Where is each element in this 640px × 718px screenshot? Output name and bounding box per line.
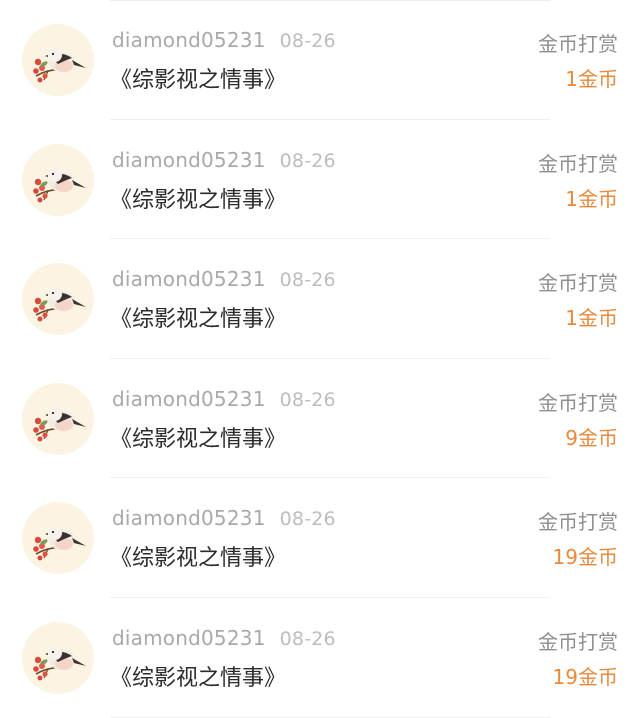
avatar[interactable] bbox=[22, 382, 94, 455]
username-text: diamond05231 bbox=[112, 625, 266, 650]
list-item[interactable]: diamond05231 08-26 《综影视之情事》 金币打赏 1金币 bbox=[0, 120, 640, 240]
list-item[interactable]: diamond05231 08-26 《综影视之情事》 金币打赏 19金币 bbox=[0, 598, 640, 718]
username: diamond05231 08-26 bbox=[112, 626, 336, 650]
bird-avatar-icon bbox=[22, 621, 94, 694]
reward-amount: 1金币 bbox=[565, 306, 618, 331]
book-title[interactable]: 《综影视之情事》 bbox=[110, 62, 286, 94]
bird-avatar-icon bbox=[22, 502, 94, 575]
avatar[interactable] bbox=[22, 263, 94, 336]
avatar[interactable] bbox=[22, 621, 94, 694]
reward-type: 金币打赏 bbox=[538, 510, 618, 535]
username-text: diamond05231 bbox=[112, 506, 266, 531]
username-text: diamond05231 bbox=[112, 147, 266, 172]
username: diamond05231 08-26 bbox=[112, 387, 336, 411]
reward-amount: 1金币 bbox=[565, 67, 618, 91]
bird-avatar-icon bbox=[22, 263, 94, 336]
book-title[interactable]: 《综影视之情事》 bbox=[110, 540, 286, 572]
reward-type: 金币打赏 bbox=[538, 629, 618, 654]
reward-amount: 9金币 bbox=[565, 425, 618, 450]
avatar[interactable] bbox=[22, 143, 94, 216]
username: diamond05231 08-26 bbox=[112, 28, 336, 52]
date: 08-26 bbox=[279, 627, 336, 650]
username: diamond05231 08-26 bbox=[112, 267, 336, 291]
list-item[interactable]: diamond05231 08-26 《综影视之情事》 金币打赏 19金币 bbox=[0, 478, 640, 598]
book-title[interactable]: 《综影视之情事》 bbox=[110, 182, 286, 214]
list-item[interactable]: diamond05231 08-26 《综影视之情事》 金币打赏 9金币 bbox=[0, 359, 640, 479]
list-item[interactable]: diamond05231 08-26 《综影视之情事》 金币打赏 1金币 bbox=[0, 0, 640, 120]
username: diamond05231 08-26 bbox=[112, 506, 336, 530]
username-text: diamond05231 bbox=[112, 386, 266, 411]
bird-avatar-icon bbox=[22, 143, 94, 216]
book-title[interactable]: 《综影视之情事》 bbox=[110, 421, 286, 453]
date: 08-26 bbox=[279, 30, 336, 52]
date: 08-26 bbox=[279, 269, 336, 292]
reward-type: 金币打赏 bbox=[538, 390, 618, 415]
reward-amount: 19金币 bbox=[552, 664, 618, 689]
book-title[interactable]: 《综影视之情事》 bbox=[110, 301, 286, 333]
date: 08-26 bbox=[279, 388, 336, 411]
reward-list: diamond05231 08-26 《综影视之情事》 金币打赏 1金币 dia… bbox=[0, 0, 640, 718]
username-text: diamond05231 bbox=[112, 267, 266, 292]
username: diamond05231 08-26 bbox=[112, 148, 336, 172]
reward-type: 金币打赏 bbox=[538, 271, 618, 296]
book-title[interactable]: 《综影视之情事》 bbox=[110, 660, 286, 692]
avatar[interactable] bbox=[22, 502, 94, 575]
username-text: diamond05231 bbox=[112, 28, 266, 52]
list-item[interactable]: diamond05231 08-26 《综影视之情事》 金币打赏 1金币 bbox=[0, 239, 640, 359]
reward-amount: 1金币 bbox=[565, 186, 618, 211]
date: 08-26 bbox=[279, 508, 336, 531]
avatar[interactable] bbox=[22, 24, 94, 96]
bird-avatar-icon bbox=[22, 382, 94, 455]
date: 08-26 bbox=[279, 149, 336, 172]
bird-avatar-icon bbox=[22, 24, 94, 96]
reward-amount: 19金币 bbox=[552, 545, 618, 570]
reward-type: 金币打赏 bbox=[538, 151, 618, 176]
reward-type: 金币打赏 bbox=[538, 32, 618, 56]
